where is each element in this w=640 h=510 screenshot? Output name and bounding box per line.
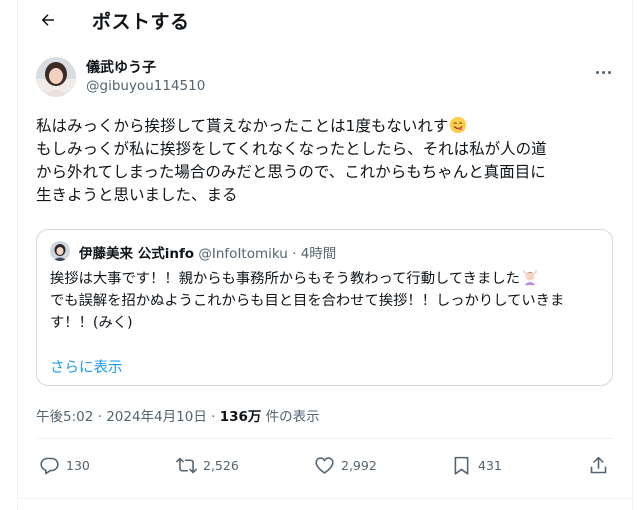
quoted-line-text: 挨拶は大事です！！親からも事務所からもそう教わって行動してきました [50, 271, 520, 287]
post-line-text: 私はみっくから挨拶して貰えなかったことは1度もないれす [36, 117, 449, 135]
quoted-time: · 4時間 [292, 246, 337, 262]
heart-icon [315, 457, 334, 474]
speech-bubble-icon [40, 457, 59, 475]
bookmark-icon [454, 456, 469, 475]
action-bar: 130 2,526 2,992 431 [36, 455, 613, 483]
quoted-header: 伊藤美来 公式info @InfoItomiku · 4時間 [79, 242, 336, 262]
repost-arrows-icon [176, 457, 197, 474]
view-label: 件の表示 [261, 409, 320, 425]
person-gesturing-ok-emoji-icon [522, 270, 537, 286]
post-text: 私はみっくから挨拶して貰えなかったことは1度もないれす もしみっくが私に挨拶をし… [36, 115, 616, 207]
back-button[interactable] [34, 6, 62, 34]
author-name[interactable]: 儀武ゆう子 [86, 57, 156, 77]
share-button[interactable] [588, 455, 615, 476]
quoted-author-name: 伊藤美来 公式info [79, 246, 195, 262]
repost-button[interactable]: 2,526 [176, 455, 239, 476]
bookmark-button[interactable]: 431 [451, 455, 502, 476]
post-line: 生きようと思いました、まる [36, 186, 238, 204]
post-metadata: 午後5:02 · 2024年4月10日 · 136万 件の表示 [36, 405, 320, 425]
quoted-avatar [50, 241, 70, 261]
yum-face-emoji-icon [450, 116, 467, 134]
more-options-button[interactable] [590, 56, 616, 80]
divider [17, 498, 633, 499]
quoted-post-card[interactable]: 伊藤美来 公式info @InfoItomiku · 4時間 挨拶は大事です！！… [36, 229, 613, 386]
quoted-author-handle: @InfoItomiku [198, 246, 288, 262]
top-header: ポストする [0, 0, 640, 40]
view-count: 136万 [219, 409, 262, 425]
post-line: もしみっくが私に挨拶をしてくれなくなったとしたら、それは私が人の道 [36, 140, 547, 158]
post-timestamp[interactable]: 午後5:02 · 2024年4月10日 · [36, 409, 220, 425]
like-button[interactable]: 2,992 [314, 455, 377, 476]
quoted-line: 挨拶は大事です！！親からも事務所からもそう教わって行動してきました [50, 268, 600, 290]
divider [36, 438, 613, 439]
bookmark-count: 431 [478, 458, 502, 473]
reply-button[interactable]: 130 [39, 455, 90, 476]
quoted-text: 挨拶は大事です！！親からも事務所からもそう教わって行動してきました でも誤解を招… [50, 268, 600, 334]
author-handle[interactable]: @gibuyou114510 [86, 78, 205, 94]
like-count: 2,992 [341, 458, 377, 473]
avatar[interactable] [36, 57, 76, 97]
more-horizontal-icon [594, 59, 612, 78]
arrow-left-icon [41, 14, 54, 26]
quoted-line: す！！(みく) [50, 315, 133, 331]
quoted-line: でも誤解を招かぬようこれからも目と目を合わせて挨拶！！しっかりしていきま [50, 293, 565, 309]
page-title: ポストする [92, 11, 190, 33]
post-line: から外れてしまった場合のみだと思うので、これからもちゃんと真面目に [36, 163, 546, 181]
reply-count: 130 [66, 458, 90, 473]
share-upload-icon [590, 456, 607, 474]
show-more-link[interactable]: さらに表示 [50, 356, 123, 377]
repost-count: 2,526 [203, 458, 239, 473]
post-line: 私はみっくから挨拶して貰えなかったことは1度もないれす [36, 115, 616, 138]
